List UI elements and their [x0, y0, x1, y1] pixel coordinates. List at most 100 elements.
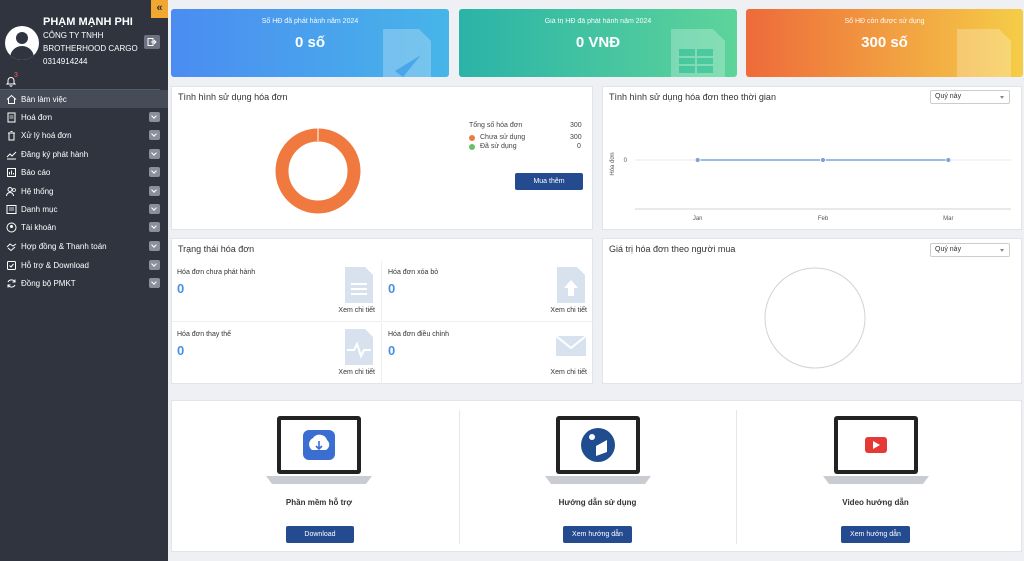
status-cancelled: Hóa đơn xóa bỏ 0 Xem chi tiết	[383, 261, 593, 322]
support-icon	[7, 260, 16, 270]
sidebar-item-label: Đồng bộ PMKT	[21, 278, 76, 288]
unused-value: 300	[570, 134, 582, 141]
total-value: 300	[570, 122, 582, 129]
issued-count-card: Số HĐ đã phát hành năm 2024 0 số	[171, 9, 449, 77]
panel-title: Tình hình sử dụng hóa đơn	[178, 92, 288, 102]
sidebar-item-label: Xử lý hoá đơn	[21, 130, 72, 140]
timeline-panel: Tình hình sử dụng hóa đơn theo thời gian…	[602, 86, 1022, 230]
chevron-down-icon[interactable]	[149, 204, 160, 214]
view-detail-link[interactable]: Xem chi tiết	[550, 307, 587, 314]
chevron-down-icon[interactable]	[149, 149, 160, 159]
data-point	[820, 157, 826, 163]
status-value: 0	[177, 281, 185, 296]
avatar	[5, 26, 39, 60]
usage-donut-chart	[275, 128, 361, 214]
sidebar-item-label: Hoá đơn	[21, 112, 53, 122]
company-line-1: CÔNG TY TNHH	[43, 31, 104, 40]
chevron-down-icon[interactable]	[149, 260, 160, 270]
report-icon	[7, 167, 16, 177]
document-lines-icon	[345, 267, 373, 303]
data-point	[694, 157, 701, 163]
document-table-icon	[671, 29, 725, 77]
sidebar-item-label: Bàn làm việc	[21, 94, 67, 104]
sidebar-item-sync[interactable]: Đồng bộ PMKT	[0, 274, 168, 292]
panel-title: Tình hình sử dụng hóa đơn theo thời gian	[609, 92, 776, 102]
sidebar-item-invoice[interactable]: Hoá đơn	[0, 108, 168, 126]
usage-panel: Tình hình sử dụng hóa đơn Tổng số hóa đơ…	[171, 86, 593, 230]
status-label: Hóa đơn thay thế	[177, 331, 232, 338]
envelope-icon	[555, 335, 587, 356]
users-icon	[6, 186, 16, 196]
donut-slice-unused	[275, 128, 361, 214]
sidebar-item-catalog[interactable]: Danh mục	[0, 200, 168, 218]
resource-video: Video hướng dẫn Xem hướng dẫn	[737, 410, 1014, 550]
card-label: Số HĐ đã phát hành năm 2024	[261, 18, 359, 25]
sidebar-item-label: Báo cáo	[21, 167, 51, 177]
sidebar-item-label: Hỗ trợ & Download	[21, 260, 89, 270]
chevron-down-icon[interactable]	[149, 130, 160, 140]
sync-icon	[7, 278, 16, 288]
unused-label: Chưa sử dụng	[480, 134, 526, 141]
sidebar-item-label: Hợp đồng & Thanh toán	[21, 241, 107, 251]
resource-title: Phần mềm hỗ trợ	[285, 498, 353, 507]
sidebar-item-report[interactable]: Báo cáo	[0, 163, 168, 181]
laptop-video-icon	[822, 416, 929, 484]
sidebar: « PHẠM MẠNH PHI CÔNG TY TNHH BROTHERHOOD…	[0, 0, 168, 561]
logout-button[interactable]	[144, 35, 160, 49]
status-label: Hóa đơn điều chỉnh	[388, 331, 450, 338]
chevron-down-icon[interactable]	[149, 186, 160, 196]
collapse-sidebar-button[interactable]: «	[151, 0, 168, 18]
legend-dot-used	[469, 144, 475, 150]
register-icon	[6, 151, 17, 159]
used-value: 0	[577, 143, 581, 150]
y-tick-label: 0	[624, 158, 628, 164]
resource-title: Hướng dẫn sử dụng	[558, 498, 637, 507]
view-detail-link[interactable]: Xem chi tiết	[338, 307, 375, 314]
buyer-empty-pie-chart	[764, 267, 866, 369]
x-tick-label: Mar	[943, 216, 953, 222]
contract-icon	[6, 242, 17, 251]
resource-title: Video hướng dẫn	[842, 498, 909, 507]
chevron-down-icon[interactable]	[149, 222, 160, 232]
sidebar-item-support[interactable]: Hỗ trợ & Download	[0, 256, 168, 274]
status-unissued: Hóa đơn chưa phát hành 0 Xem chi tiết	[172, 261, 382, 322]
status-replaced: Hóa đơn thay thế 0 Xem chi tiết	[172, 323, 382, 384]
chevron-down-icon[interactable]	[149, 241, 160, 251]
buyer-panel: Giá trị hóa đơn theo người mua Quý này	[602, 238, 1022, 384]
x-tick-label: Feb	[818, 216, 829, 222]
sidebar-item-dashboard[interactable]: Bàn làm việc	[0, 90, 168, 108]
sidebar-item-register[interactable]: Đăng ký phát hành	[0, 145, 168, 163]
document-send-icon	[383, 29, 431, 77]
view-detail-link[interactable]: Xem chi tiết	[550, 369, 587, 376]
data-point	[945, 157, 952, 163]
laptop-download-icon	[266, 416, 372, 484]
status-panel: Trạng thái hóa đơn Hóa đơn chưa phát hàn…	[171, 238, 593, 384]
legend-dot-unused	[469, 135, 475, 141]
sidebar-item-label: Danh mục	[21, 204, 58, 214]
sidebar-item-contract[interactable]: Hợp đồng & Thanh toán	[0, 237, 168, 255]
buy-more-button[interactable]: Mua thêm	[515, 173, 583, 190]
sidebar-item-process-invoice[interactable]: Xử lý hoá đơn	[0, 126, 168, 144]
user-name: PHẠM MẠNH PHI	[43, 16, 133, 28]
download-button[interactable]: Download	[286, 526, 354, 543]
laptop-reading-icon	[544, 416, 651, 484]
chevron-down-icon[interactable]	[149, 112, 160, 122]
period-select[interactable]: Quý này	[930, 90, 1010, 104]
sidebar-item-system[interactable]: Hệ thống	[0, 182, 168, 200]
panel-title: Trạng thái hóa đơn	[178, 244, 255, 254]
sidebar-item-label: Đăng ký phát hành	[21, 149, 89, 159]
used-label: Đã sử dụng	[480, 143, 517, 150]
logout-icon	[147, 38, 157, 46]
sidebar-item-account[interactable]: Tài khoản	[0, 218, 168, 236]
status-label: Hóa đơn xóa bỏ	[388, 269, 439, 276]
period-select[interactable]: Quý này	[930, 243, 1010, 257]
view-video-button[interactable]: Xem hướng dẫn	[841, 526, 910, 543]
resource-guide: Hướng dẫn sử dụng Xem hướng dẫn	[459, 410, 736, 550]
document-upload-icon	[557, 267, 585, 303]
chevron-down-icon[interactable]	[149, 167, 160, 177]
view-guide-button[interactable]: Xem hướng dẫn	[563, 526, 632, 543]
view-detail-link[interactable]: Xem chi tiết	[338, 369, 375, 376]
document-pulse-icon	[345, 329, 373, 365]
chevron-down-icon[interactable]	[149, 278, 160, 288]
y-axis-label: Hóa đơn	[610, 152, 616, 175]
